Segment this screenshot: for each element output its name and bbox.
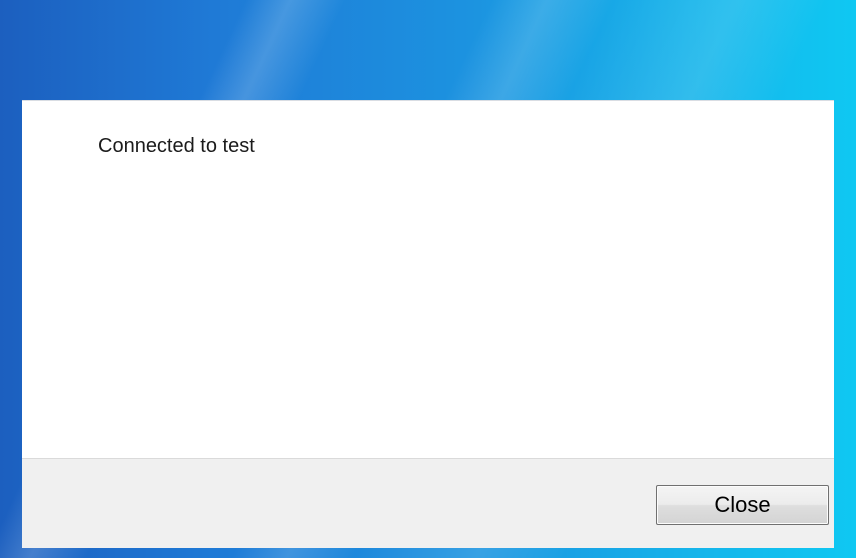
dialog-content: Connected to test <box>22 100 834 458</box>
dialog-window: Connected to test Close <box>0 0 856 558</box>
connection-message: Connected to test <box>98 135 255 157</box>
title-bar[interactable] <box>0 0 856 100</box>
window-frame-bottom <box>0 548 856 558</box>
close-button[interactable]: Close <box>656 485 829 525</box>
dialog-footer: Close <box>22 458 834 548</box>
